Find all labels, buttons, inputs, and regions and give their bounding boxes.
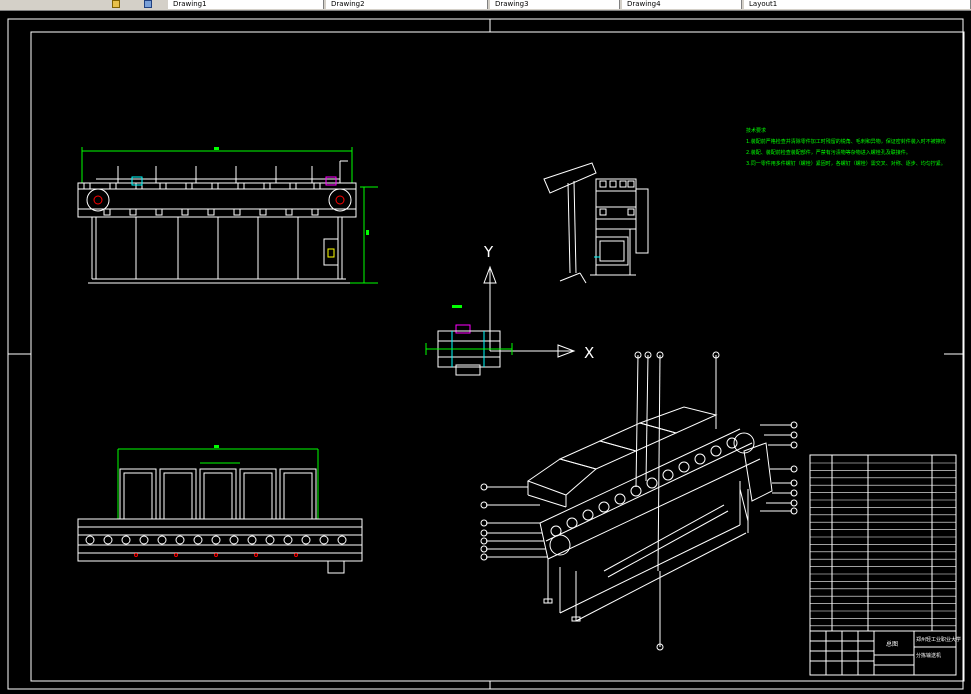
- top-view: [77, 445, 363, 574]
- axis-label-x: X: [584, 344, 594, 362]
- detail-view: [425, 305, 513, 376]
- toolbar-icon[interactable]: [112, 0, 120, 8]
- side-view: [543, 162, 649, 284]
- notes-title: 技术要求: [746, 128, 767, 134]
- tab-drawing3[interactable]: Drawing3: [490, 0, 620, 9]
- chain-links: [83, 182, 321, 216]
- tab-drawing2[interactable]: Drawing2: [326, 0, 488, 9]
- title-block-drawing-name: 分拣输送机: [916, 652, 941, 659]
- notes-line-2: 2.装配、装配前检查装配部件，严禁有污渍物等杂物进入螺栓孔及联接件。: [746, 150, 911, 156]
- tab-strip: Drawing1 Drawing2 Drawing3 Drawing4 Layo…: [0, 0, 971, 11]
- title-block-main-label: 总图: [886, 640, 898, 648]
- parts-list: [809, 454, 957, 632]
- technical-notes: 技术要求 1.装配前严格检查并清除零件加工时残留的锐角、毛刺和异物，保证密封件装…: [746, 126, 946, 170]
- title-block-school: 郑州轻工业职业大学: [916, 636, 961, 643]
- tab-layout1[interactable]: Layout1: [744, 0, 971, 9]
- drawing-canvas[interactable]: Y X 总图 郑州轻工业职业大学 分拣输送机: [0, 11, 971, 694]
- notes-line-3: 3.同一零件用多件螺钉（螺栓）紧固时，各螺钉（螺栓）需交叉、对称、逐步、均匀拧紧…: [746, 161, 946, 167]
- notes-line-1: 1.装配前严格检查并清除零件加工时残留的锐角、毛刺和异物，保证密封件装入时不被擦…: [746, 139, 946, 145]
- front-view: [77, 147, 378, 284]
- roller-rows: [85, 535, 347, 545]
- tab-drawing4[interactable]: Drawing4: [622, 0, 742, 9]
- isometric-view: [480, 351, 798, 651]
- axis-label-y: Y: [483, 243, 494, 261]
- tab-drawing1[interactable]: Drawing1: [168, 0, 324, 9]
- toolbar-icon[interactable]: [144, 0, 152, 8]
